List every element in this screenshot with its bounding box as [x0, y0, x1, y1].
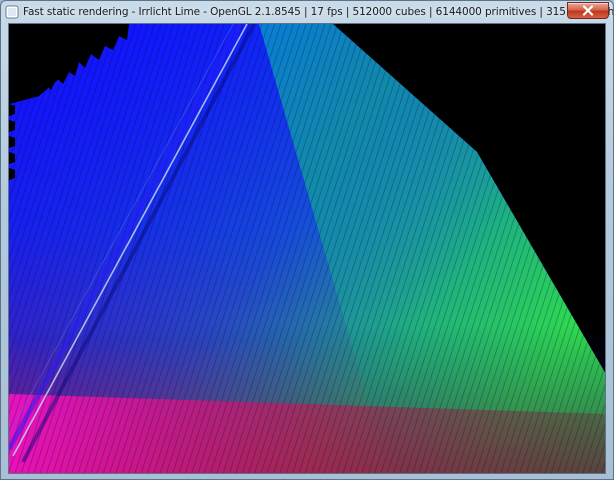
window-title: Fast static rendering - Irrlicht Lime - … — [23, 6, 613, 18]
close-button[interactable] — [567, 2, 609, 19]
render-viewport[interactable] — [8, 23, 606, 474]
close-icon — [582, 5, 594, 16]
irrlicht-app-icon — [5, 5, 19, 19]
app-window: Fast static rendering - Irrlicht Lime - … — [0, 0, 614, 480]
rendered-cubes-3d-view — [9, 24, 605, 473]
title-bar[interactable]: Fast static rendering - Irrlicht Lime - … — [1, 1, 613, 23]
